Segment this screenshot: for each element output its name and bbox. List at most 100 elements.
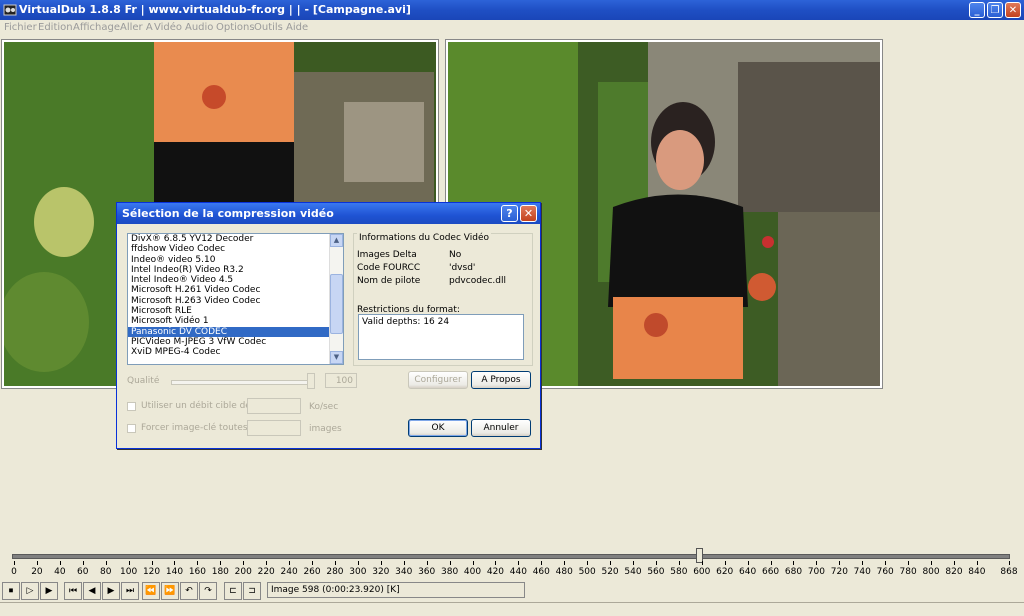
timeline-tick-label: 760 — [876, 567, 894, 577]
timeline-tick-label: 700 — [807, 567, 825, 577]
menu-video[interactable]: Vidéo — [154, 22, 182, 33]
play-input-icon[interactable]: ▷ — [21, 582, 39, 600]
timeline-tick-label: 40 — [54, 567, 66, 577]
menu-affichage[interactable]: Affichage — [73, 22, 120, 33]
next-frame-icon[interactable]: ▶ — [102, 582, 120, 600]
target-rate-unit: Ko/sec — [309, 402, 339, 412]
timeline-tick — [82, 561, 84, 565]
keyframe-checkbox[interactable] — [127, 424, 136, 433]
menu-aide[interactable]: Aide — [286, 22, 308, 33]
timeline-tick-label: 160 — [188, 567, 206, 577]
timeline-tick — [564, 561, 566, 565]
menu-outils[interactable]: Outils — [254, 22, 283, 33]
timeline-ticks: 0 20 40 60 80 100 120 140 160 180 200 220 240 260 280 3… — [0, 561, 1024, 581]
codec-list-item[interactable]: Panasonic DV CODEC — [128, 326, 343, 337]
configure-button[interactable]: Configurer — [408, 371, 468, 389]
prev-frame-icon[interactable]: ◀ — [83, 582, 101, 600]
timeline-tick-label: 640 — [739, 567, 757, 577]
timeline-tick-label: 540 — [624, 567, 642, 577]
target-rate-label: Utiliser un débit cible de — [141, 401, 251, 411]
quality-slider[interactable] — [171, 380, 313, 385]
timeline-tick — [793, 561, 795, 565]
scene-back-icon[interactable]: ↶ — [180, 582, 198, 600]
timeline-tick — [403, 561, 405, 565]
timeline-tick-label: 260 — [303, 567, 321, 577]
codec-list-item[interactable]: PICVideo M-JPEG 3 VfW Codec — [128, 337, 343, 347]
next-key-icon[interactable]: ⏩ — [161, 582, 179, 600]
timeline-tick-label: 280 — [326, 567, 344, 577]
menu-audio[interactable]: Audio — [185, 22, 213, 33]
codec-list-item[interactable]: Microsoft H.261 Video Codec — [128, 285, 343, 295]
timeline-tick — [1009, 561, 1010, 565]
scene-forward-icon[interactable]: ↷ — [199, 582, 217, 600]
mark-in-icon[interactable]: ⊏ — [224, 582, 242, 600]
quality-field[interactable]: 100 — [325, 373, 357, 388]
timeline-tick — [174, 561, 176, 565]
target-rate-checkbox[interactable] — [127, 402, 136, 411]
cancel-button[interactable]: Annuler — [471, 419, 531, 437]
codec-list-item[interactable]: Intel Indeo(R) Video R3.2 — [128, 265, 343, 275]
codec-list[interactable]: DivX® 6.8.5 YV12 Decoder ffdshow Video Co… — [127, 233, 344, 365]
timeline-tick — [449, 561, 451, 565]
dialog-close-icon[interactable]: ✕ — [520, 205, 537, 222]
codec-list-item[interactable]: Intel Indeo® Video 4.5 — [128, 275, 343, 285]
timeline-tick — [655, 561, 657, 565]
timeline-tick-label: 180 — [211, 567, 229, 577]
stop-icon[interactable]: ⏹ — [2, 582, 20, 600]
mark-out-icon[interactable]: ⊐ — [243, 582, 261, 600]
timeline-tick — [357, 561, 359, 565]
dialog-title-bar: Sélection de la compression vidéo ? ✕ — [117, 203, 540, 224]
keyframe-field[interactable] — [247, 420, 301, 436]
about-button[interactable]: A Propos — [471, 371, 531, 389]
scroll-down-icon[interactable]: ▼ — [330, 351, 343, 364]
minimize-icon[interactable]: _ — [969, 2, 985, 18]
timeline-tick — [151, 561, 153, 565]
start-icon[interactable]: ⏮ — [64, 582, 82, 600]
codec-list-item[interactable]: XviD MPEG-4 Codec — [128, 347, 343, 357]
timeline-tick — [770, 561, 772, 565]
end-icon[interactable]: ⏭ — [121, 582, 139, 600]
play-output-icon[interactable]: ▶ — [40, 582, 58, 600]
timeline-tick-label: 520 — [601, 567, 619, 577]
restore-icon[interactable]: ❐ — [987, 2, 1003, 18]
keyframe-label: Forcer image-clé toutes les — [141, 423, 264, 433]
codec-list-item[interactable]: DivX® 6.8.5 YV12 Decoder — [128, 234, 343, 244]
timeline-tick-label: 140 — [165, 567, 184, 577]
timeline-tick — [953, 561, 955, 565]
quality-label: Qualité — [127, 376, 160, 386]
timeline-tick-label: 60 — [77, 567, 89, 577]
codec-list-item[interactable]: Microsoft RLE — [128, 306, 343, 316]
dialog-title: Sélection de la compression vidéo — [122, 207, 334, 220]
quality-slider-thumb[interactable] — [307, 373, 315, 389]
timeline-tick — [816, 561, 818, 565]
menu-edition[interactable]: Edition — [38, 22, 73, 33]
menu-fichier[interactable]: Fichier — [4, 22, 37, 33]
timeline-track[interactable] — [12, 554, 1010, 559]
codec-list-item[interactable]: Microsoft Vidéo 1 — [128, 316, 343, 326]
timeline-tick — [289, 561, 291, 565]
timeline-tick — [266, 561, 268, 565]
timeline-tick — [472, 561, 474, 565]
codec-list-item[interactable]: ffdshow Video Codec — [128, 244, 343, 254]
window-title: VirtualDub 1.8.8 Fr | www.virtualdub-fr.… — [19, 3, 411, 16]
scroll-thumb[interactable] — [330, 274, 343, 334]
timeline-tick-label: 868 — [1000, 567, 1018, 577]
codec-list-item[interactable]: Microsoft H.263 Video Codec — [128, 296, 343, 306]
list-scrollbar[interactable]: ▲ ▼ — [329, 234, 343, 364]
timeline-tick-label: 340 — [395, 567, 413, 577]
timeline-tick-label: 200 — [234, 567, 252, 577]
codec-list-item[interactable]: Indeo® video 5.10 — [128, 255, 343, 265]
target-rate-field[interactable] — [247, 398, 301, 414]
scroll-up-icon[interactable]: ▲ — [330, 234, 343, 247]
timeline-tick-label: 300 — [349, 567, 367, 577]
prev-key-icon[interactable]: ⏪ — [142, 582, 160, 600]
timeline-tick-label: 720 — [830, 567, 848, 577]
help-icon[interactable]: ? — [501, 205, 518, 222]
ok-button[interactable]: OK — [408, 419, 468, 437]
close-icon[interactable]: ✕ — [1005, 2, 1021, 18]
timeline-tick — [976, 561, 978, 565]
timeline-tick-label: 380 — [441, 567, 459, 577]
menu-aller-a[interactable]: Aller A — [120, 22, 153, 33]
timeline-tick — [426, 561, 428, 565]
menu-options[interactable]: Options — [216, 22, 255, 33]
